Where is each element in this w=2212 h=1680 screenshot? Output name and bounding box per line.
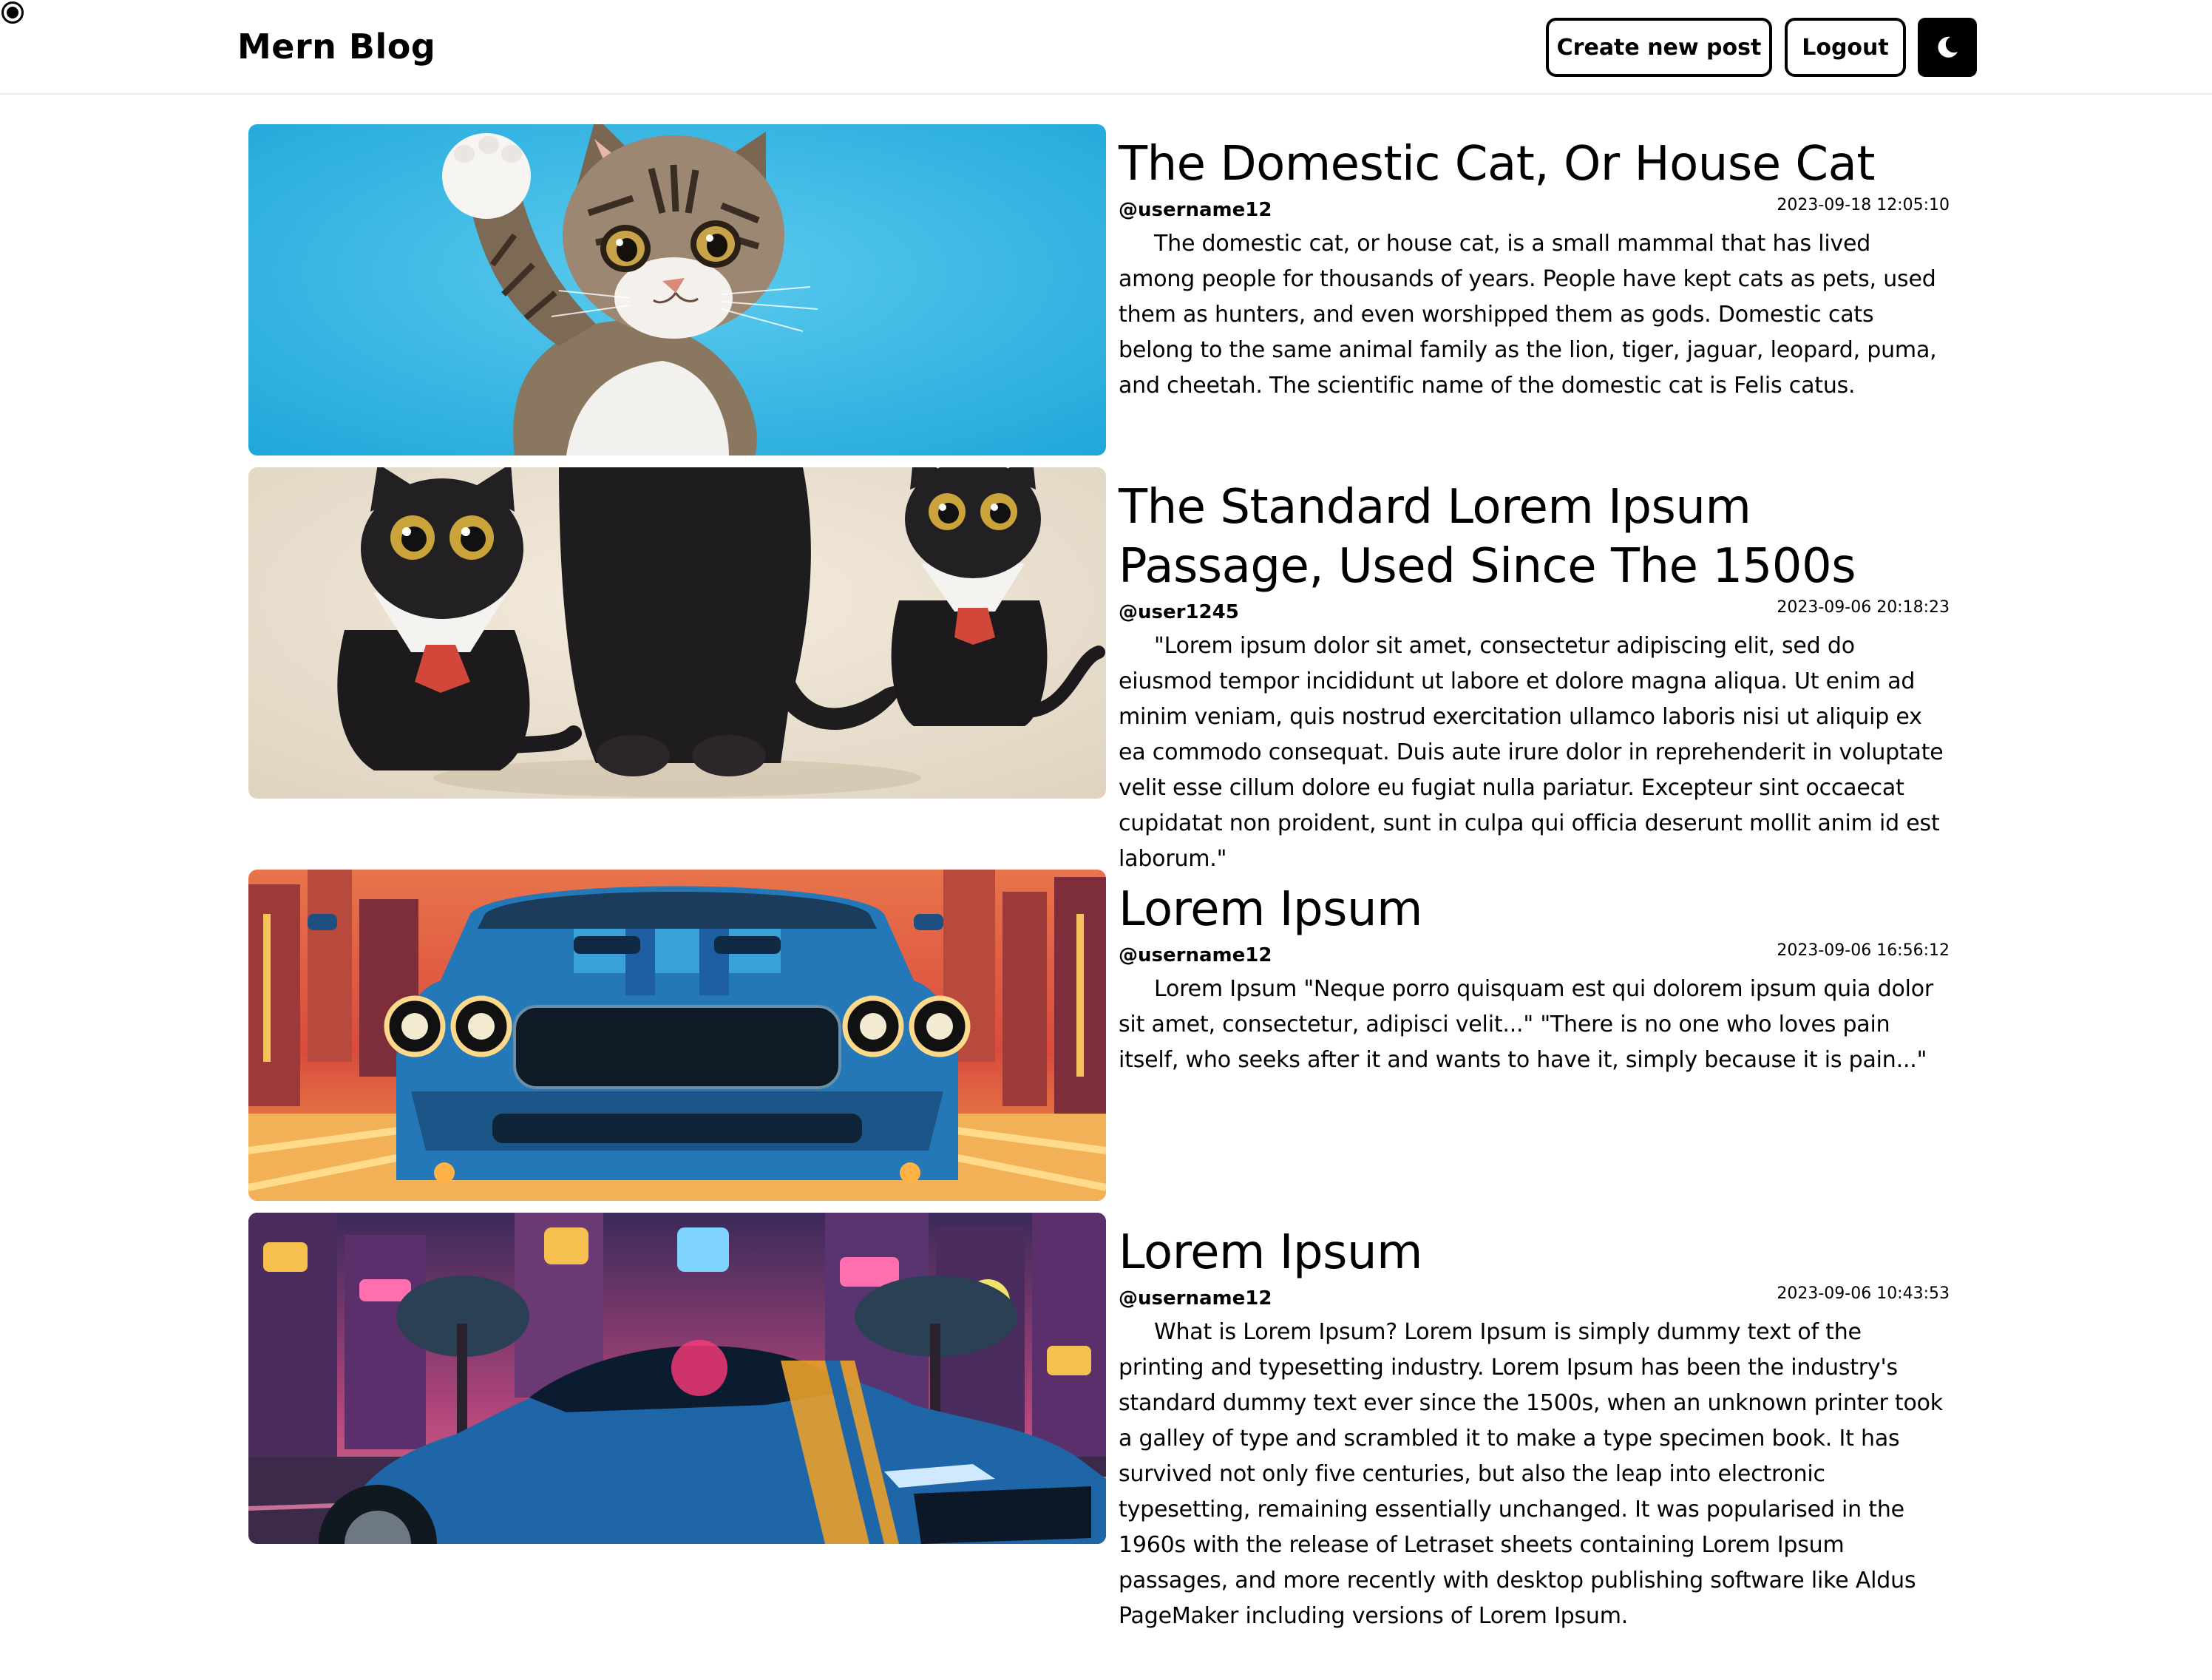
logout-button[interactable]: Logout xyxy=(1785,18,1906,77)
post-date: 2023-09-06 10:43:53 xyxy=(1777,1284,1950,1303)
post-author: @username12 xyxy=(1119,1287,1272,1310)
post-title[interactable]: Lorem Ipsum xyxy=(1119,1213,1950,1282)
post-author: @username12 xyxy=(1119,199,1272,221)
post-cover-image[interactable] xyxy=(248,870,1106,1201)
post-cover-image[interactable] xyxy=(248,124,1106,455)
theme-toggle-button[interactable] xyxy=(1918,18,1977,77)
post-author: @user1245 xyxy=(1119,601,1239,623)
post-author: @username12 xyxy=(1119,944,1272,966)
post-title[interactable]: The Domestic Cat, Or House Cat xyxy=(1119,124,1950,194)
post-date: 2023-09-06 16:56:12 xyxy=(1777,941,1950,960)
post-summary: What is Lorem Ipsum? Lorem Ipsum is simp… xyxy=(1119,1319,1943,1629)
post-summary: The domestic cat, or house cat, is a sma… xyxy=(1119,231,1937,399)
post-title[interactable]: Lorem Ipsum xyxy=(1119,870,1950,939)
post-date: 2023-09-18 12:05:10 xyxy=(1777,196,1950,214)
post-date: 2023-09-06 20:18:23 xyxy=(1777,598,1950,617)
post-title[interactable]: The Standard Lorem Ipsum Passage, Used S… xyxy=(1119,467,1950,596)
post-summary: Lorem Ipsum "Neque porro quisquam est qu… xyxy=(1119,976,1934,1073)
moon-icon xyxy=(1938,36,1958,58)
brand-logo[interactable]: Mern Blog xyxy=(237,22,435,71)
top-navbar: Mern Blog Create new post Logout xyxy=(0,0,2212,95)
post-summary: "Lorem ipsum dolor sit amet, consectetur… xyxy=(1119,633,1944,872)
post-cover-image[interactable] xyxy=(248,467,1106,799)
create-post-button[interactable]: Create new post xyxy=(1546,18,1772,77)
post-cover-image[interactable] xyxy=(248,1213,1106,1544)
